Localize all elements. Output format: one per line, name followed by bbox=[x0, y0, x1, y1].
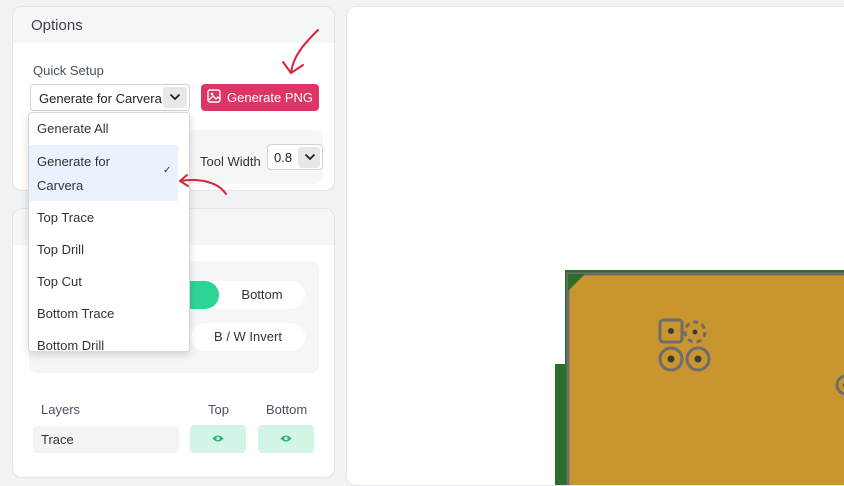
layer-row-trace-label: Trace bbox=[33, 426, 179, 453]
chevron-down-icon bbox=[298, 147, 320, 168]
dropdown-item-bottom-drill[interactable]: Bottom Drill bbox=[29, 338, 179, 352]
dropdown-item-top-trace[interactable]: Top Trace bbox=[29, 210, 179, 234]
tool-width-select[interactable]: 0.8 bbox=[267, 144, 323, 170]
column-header-layers: Layers bbox=[41, 402, 80, 417]
generate-png-button[interactable]: Generate PNG bbox=[201, 84, 319, 111]
side-toggle-bottom[interactable]: Bottom bbox=[219, 281, 305, 309]
column-header-top: Top bbox=[208, 402, 229, 417]
dropdown-scrollbar[interactable] bbox=[178, 113, 189, 351]
trace-bottom-visibility-button[interactable] bbox=[258, 425, 314, 453]
quick-setup-select[interactable]: Generate for Carvera bbox=[30, 84, 190, 111]
pcb-preview bbox=[347, 7, 844, 486]
quick-setup-dropdown: Generate All Generate for Carvera ✓ Top … bbox=[28, 112, 190, 352]
dropdown-item-label-line2: Carvera bbox=[37, 178, 179, 194]
chevron-down-icon bbox=[163, 87, 187, 108]
generate-png-label: Generate PNG bbox=[227, 90, 313, 105]
column-header-bottom: Bottom bbox=[266, 402, 307, 417]
eye-icon bbox=[212, 434, 224, 443]
options-header: Options bbox=[13, 7, 334, 43]
quick-setup-label: Quick Setup bbox=[33, 63, 104, 78]
board-green-edge bbox=[555, 364, 565, 486]
dropdown-item-generate-for-carvera[interactable]: Generate for Carvera ✓ bbox=[29, 145, 179, 201]
image-icon bbox=[207, 89, 221, 106]
preview-panel bbox=[346, 6, 844, 486]
dropdown-item-top-drill[interactable]: Top Drill bbox=[29, 242, 179, 266]
tool-width-row: Tool Width 0.8 bbox=[183, 130, 323, 184]
check-icon: ✓ bbox=[163, 165, 171, 176]
dropdown-item-top-cut[interactable]: Top Cut bbox=[29, 274, 179, 298]
invert-button[interactable]: B / W Invert bbox=[191, 323, 305, 351]
tool-width-label: Tool Width bbox=[200, 154, 261, 169]
dropdown-item-bottom-trace[interactable]: Bottom Trace bbox=[29, 306, 179, 330]
options-title: Options bbox=[31, 17, 83, 34]
dropdown-item-label-line1: Generate for bbox=[37, 154, 179, 170]
board-copper bbox=[568, 274, 844, 486]
quick-setup-value: Generate for Carvera bbox=[39, 91, 162, 106]
eye-icon bbox=[280, 434, 292, 443]
tool-width-value: 0.8 bbox=[274, 150, 292, 165]
trace-top-visibility-button[interactable] bbox=[190, 425, 246, 453]
dropdown-item-generate-all[interactable]: Generate All bbox=[29, 120, 179, 144]
